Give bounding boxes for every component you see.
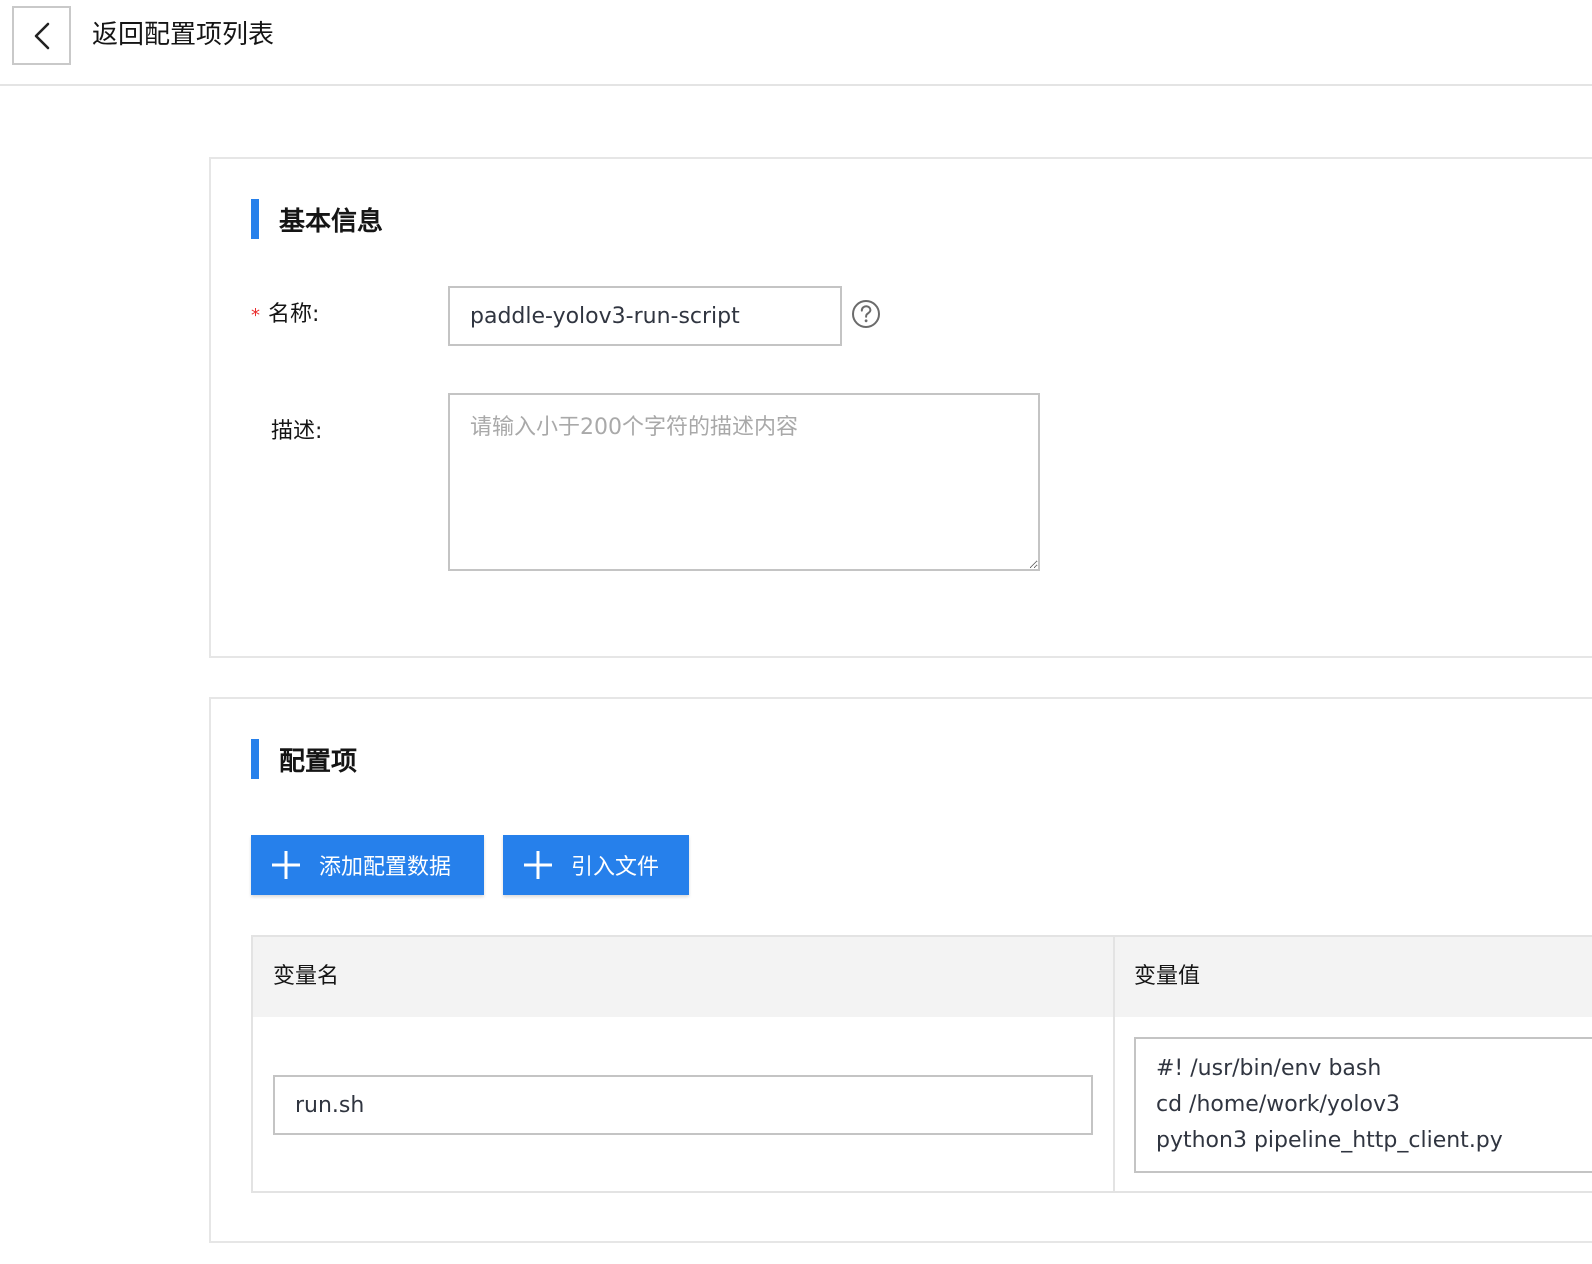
add-config-data-button[interactable]: 添加配置数据	[251, 835, 484, 895]
back-to-list-link[interactable]: 返回配置项列表	[92, 18, 274, 52]
column-header-var-name: 变量名	[273, 964, 340, 989]
variables-table: 变量名 变量值 #! /usr/bin/env bash cd /home/wor…	[251, 935, 1592, 1193]
required-mark: *	[251, 305, 260, 326]
var-name-input[interactable]	[273, 1075, 1093, 1135]
table-header-row: 变量名 变量值	[253, 937, 1592, 1017]
config-header: 配置项	[251, 739, 357, 779]
add-config-data-label: 添加配置数据	[319, 855, 452, 880]
config-title: 配置项	[279, 746, 358, 777]
top-bar: 返回配置项列表	[0, 0, 1592, 86]
help-circle-icon[interactable]	[851, 299, 881, 333]
basic-info-card: 基本信息 * 名称: 描述:	[209, 157, 1592, 658]
import-file-button[interactable]: 引入文件	[503, 835, 689, 895]
back-button[interactable]	[12, 6, 71, 65]
basic-info-header: 基本信息	[251, 199, 383, 239]
section-accent-bar	[251, 739, 259, 779]
name-label: 名称:	[268, 302, 320, 327]
name-label-row: * 名称:	[251, 300, 319, 331]
code-line: cd /home/work/yolov3	[1156, 1092, 1400, 1117]
basic-info-title: 基本信息	[279, 206, 384, 237]
code-line: python3 pipeline_http_client.py	[1156, 1128, 1503, 1153]
var-value-editor[interactable]: #! /usr/bin/env bash cd /home/work/yolov3…	[1134, 1037, 1592, 1173]
desc-label: 描述:	[271, 419, 323, 444]
column-header-var-value: 变量值	[1134, 964, 1201, 989]
import-file-label: 引入文件	[571, 855, 660, 880]
config-card: 配置项 添加配置数据 引入文件 变量名 变量值 #! /usr/bin/env …	[209, 697, 1592, 1243]
plus-icon	[523, 850, 553, 880]
name-input[interactable]	[448, 286, 842, 346]
code-line: #! /usr/bin/env bash	[1156, 1056, 1382, 1081]
section-accent-bar	[251, 199, 259, 239]
description-textarea[interactable]	[448, 393, 1040, 571]
column-divider	[1113, 937, 1115, 1193]
plus-icon	[271, 850, 301, 880]
chevron-left-icon	[34, 22, 49, 49]
